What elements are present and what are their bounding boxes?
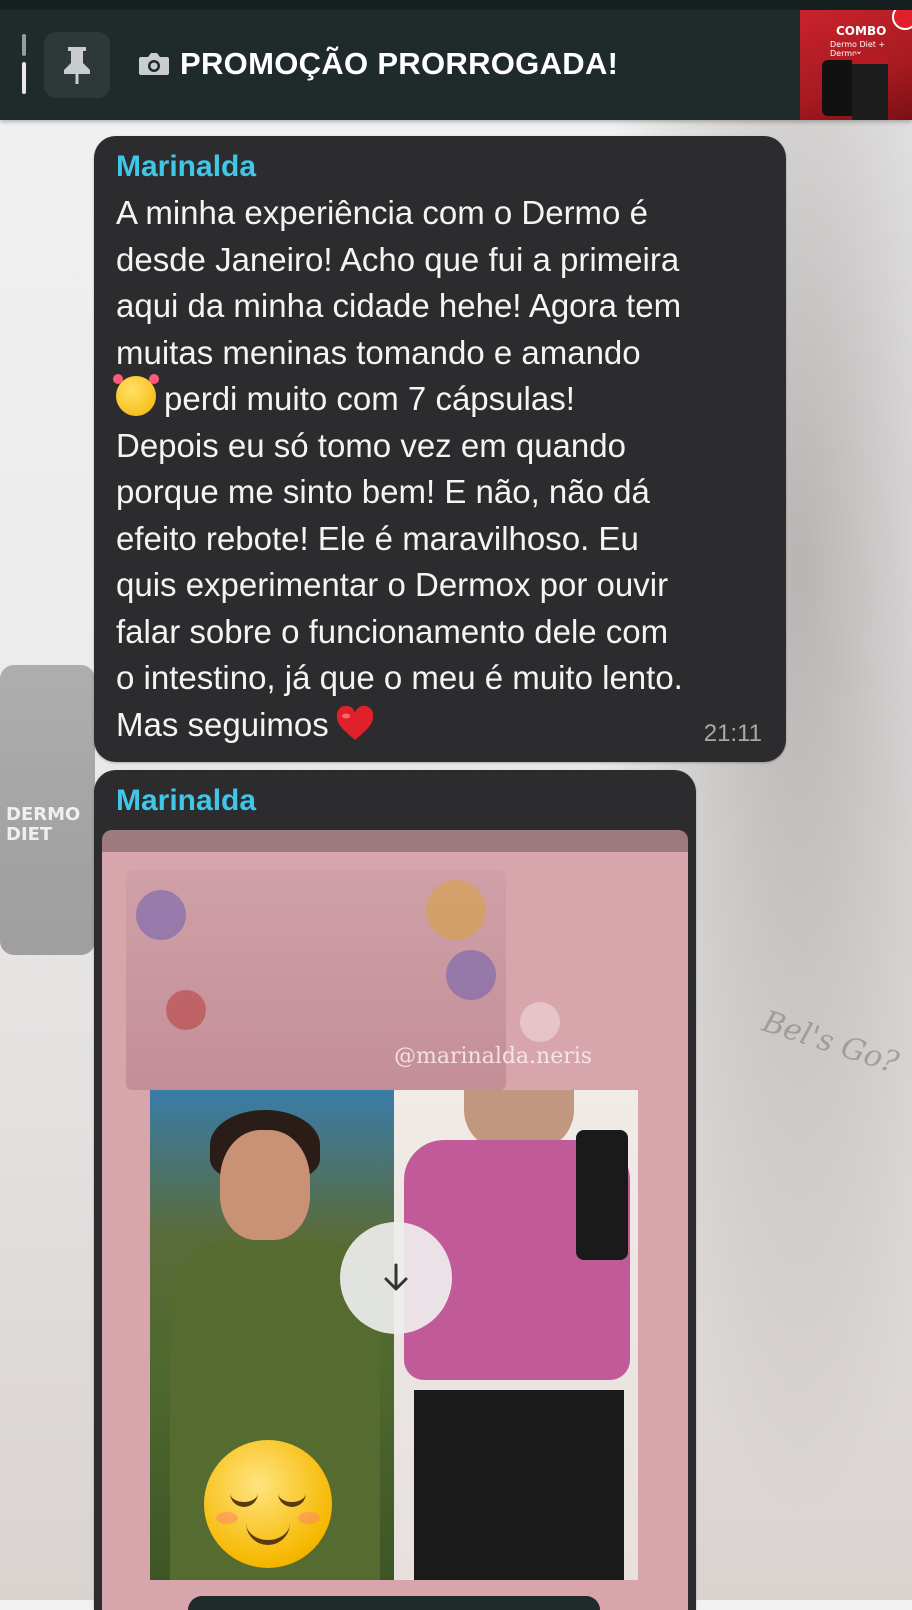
after-photo xyxy=(394,1090,638,1580)
smiling-face-emoji-icon xyxy=(204,1440,332,1568)
thumbnail-jar xyxy=(822,60,856,116)
pin-button[interactable] xyxy=(44,32,110,98)
black-pants xyxy=(414,1390,624,1580)
share-icon xyxy=(520,1002,560,1042)
message-timestamp: 21:11 xyxy=(703,720,762,747)
image-bottom-bar xyxy=(188,1596,600,1610)
message-line: perdi muito com 7 cápsulas! xyxy=(164,380,575,417)
pinned-title-text: PROMOÇÃO PRORROGADA! xyxy=(180,46,619,81)
face xyxy=(220,1130,310,1240)
message-line: efeito rebote! Ele é maravilhoso. Eu xyxy=(116,519,639,557)
thumbnail-title: COMBO xyxy=(836,24,887,38)
download-icon xyxy=(384,1263,408,1291)
sender-name[interactable]: Marinalda xyxy=(116,150,256,184)
message-line: A minha experiência com o Dermo é xyxy=(116,194,648,231)
phone xyxy=(576,1130,628,1260)
image-preview[interactable]: @marinalda.neris xyxy=(102,830,688,1610)
background-jar-text: DERMO DIET xyxy=(6,804,81,845)
message-line: Depois eu só tomo vez em quando xyxy=(116,426,626,464)
pinned-message-bar[interactable]: PROMOÇÃO PRORROGADA! COMBO Dermo Diet + … xyxy=(0,0,912,120)
status-strip xyxy=(0,0,912,10)
balloon-shape xyxy=(136,890,186,940)
media-message-bubble[interactable]: Marinalda @marinalda.neris xyxy=(94,770,696,1610)
background-product-jar: DERMO DIET xyxy=(0,665,95,955)
message-line-with-emoji: Mas seguimos xyxy=(116,702,776,749)
camera-icon xyxy=(139,53,169,75)
sender-name[interactable]: Marinalda xyxy=(116,784,256,818)
message-line: porque me sinto bem! E não, não dá xyxy=(116,473,650,510)
image-watermark-handle: @marinalda.neris xyxy=(394,1044,593,1069)
message-line: Mas seguimos xyxy=(116,705,329,743)
smiling-face-with-hearts-icon xyxy=(113,374,159,416)
pinned-indicator xyxy=(22,34,28,100)
pin-icon xyxy=(64,47,90,84)
notification-dot xyxy=(892,10,912,30)
message-bubble[interactable]: Marinalda A minha experiência com o Derm… xyxy=(94,136,786,762)
image-top-overlay xyxy=(102,830,688,852)
pinned-thumbnail[interactable]: COMBO Dermo Diet + Dermox xyxy=(800,10,912,120)
message-line: muitas meninas tomando e amando xyxy=(116,333,641,371)
message-line: quis experimentar o Dermox por ouvir xyxy=(116,566,669,603)
message-line: o intestino, já que o meu é muito lento. xyxy=(116,659,683,696)
message-text: A minha experiência com o Dermo é desde … xyxy=(113,190,776,749)
message-line: desde Janeiro! Acho que fui a primeira xyxy=(116,240,680,278)
balloon-shape xyxy=(426,880,486,940)
message-line: aqui da minha cidade hehe! Agora tem xyxy=(116,287,682,324)
download-button[interactable] xyxy=(340,1222,452,1334)
pinned-title[interactable]: PROMOÇÃO PRORROGADA! xyxy=(138,46,618,82)
message-line: falar sobre o funcionamento dele com xyxy=(116,612,669,650)
balloon-shape xyxy=(166,990,206,1030)
balloon-shape xyxy=(446,950,496,1000)
message-line-with-emoji: perdi muito com 7 cápsulas! xyxy=(113,374,776,423)
red-heart-icon xyxy=(336,705,373,740)
thumbnail-jar xyxy=(852,54,888,120)
